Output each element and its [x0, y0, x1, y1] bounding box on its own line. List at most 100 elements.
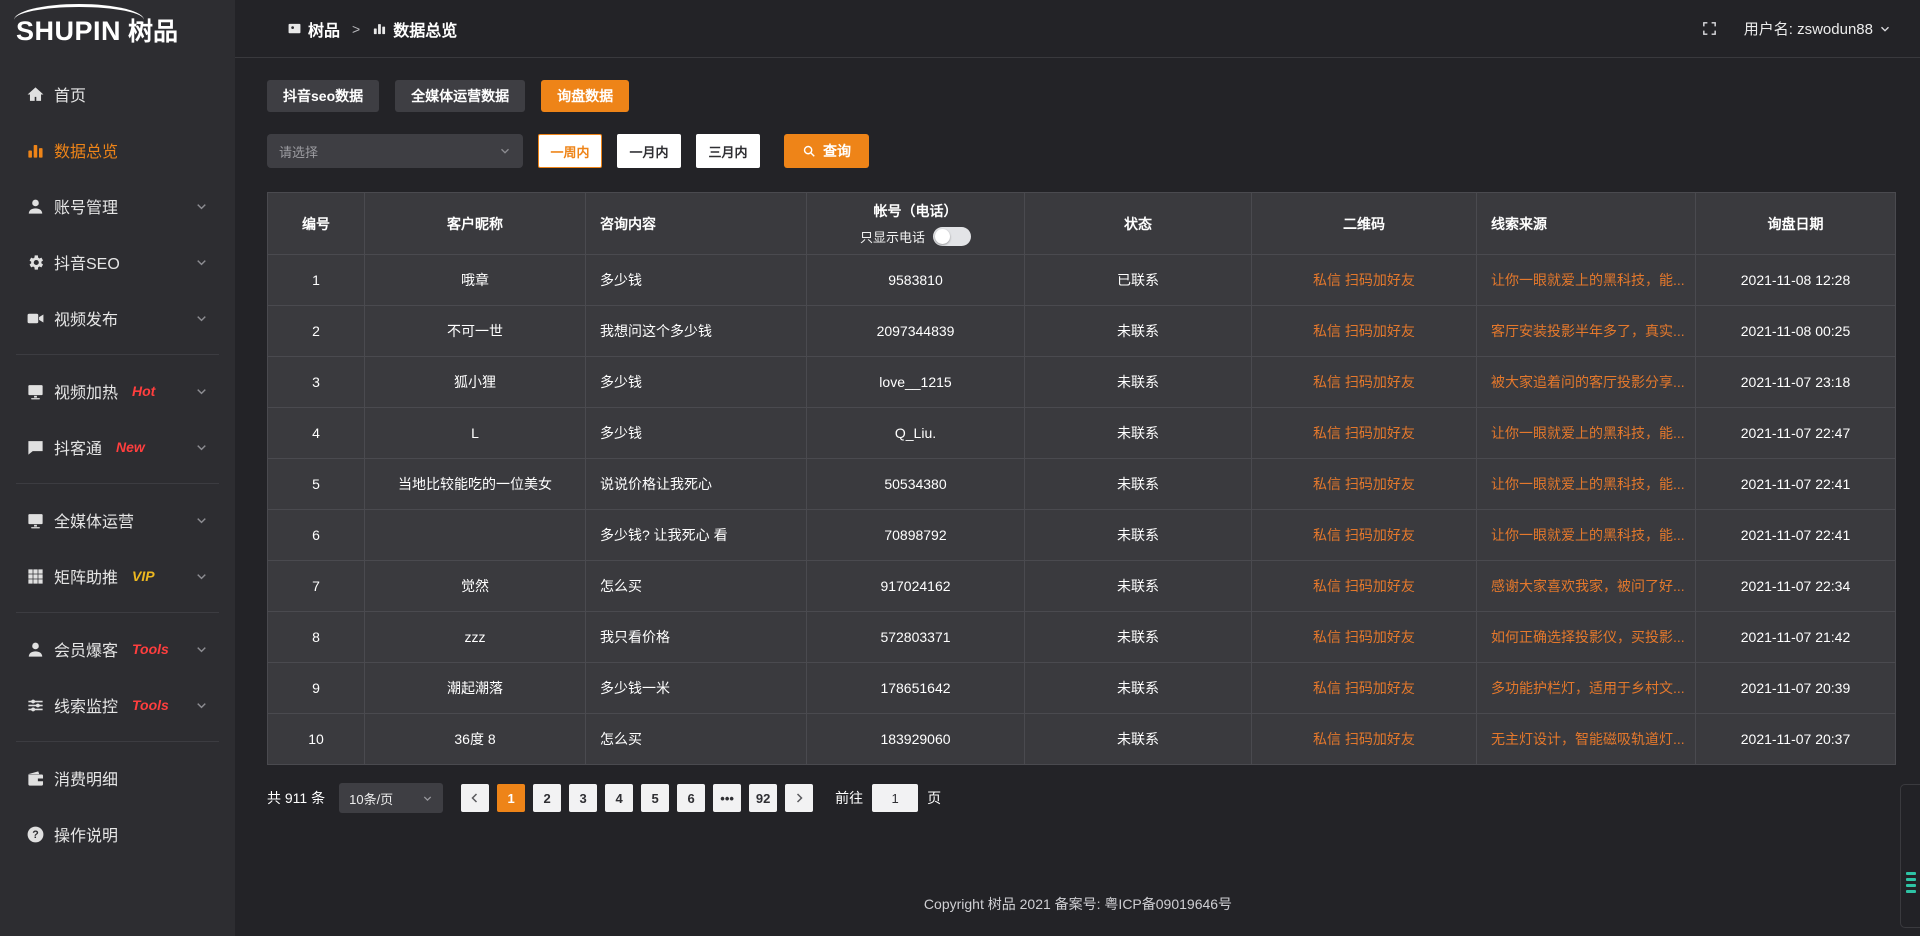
chevron-down-icon	[1879, 23, 1891, 35]
cell-account: 50534380	[807, 459, 1025, 510]
chevron-right-icon	[793, 792, 805, 804]
tab-inquiry-data[interactable]: 询盘数据	[541, 80, 629, 112]
sidebar-item-matrix-boost[interactable]: 矩阵助推VIP	[0, 548, 235, 604]
sidebar-item-label: 数据总览	[54, 138, 118, 162]
floating-widget[interactable]	[1900, 784, 1920, 928]
sidebar-item-video-publish[interactable]: 视频发布	[0, 290, 235, 346]
cell-source: 客厅安装投影半年多了，真实...	[1477, 306, 1696, 357]
cell-date: 2021-11-07 22:34	[1696, 561, 1896, 612]
sidebar-divider	[16, 741, 219, 742]
gear-icon	[26, 253, 45, 272]
sidebar-item-badge: Tools	[132, 641, 169, 657]
tab-media-operation-data[interactable]: 全媒体运营数据	[395, 80, 525, 112]
sidebar-item-video-heating[interactable]: 视频加热Hot	[0, 363, 235, 419]
page-size-select[interactable]: 10条/页	[339, 783, 443, 813]
next-page-button[interactable]	[785, 784, 813, 812]
cell-number: 1	[268, 255, 365, 306]
sidebar-item-media-operation[interactable]: 全媒体运营	[0, 492, 235, 548]
column-header: 客户昵称	[365, 193, 586, 255]
qrcode-link[interactable]: 私信 扫码加好友	[1313, 629, 1415, 645]
account-column-title: 帐号（电话）	[817, 201, 1014, 221]
source-link[interactable]: 让你一眼就爱上的黑科技，能...	[1491, 425, 1685, 441]
range-button-three-months[interactable]: 三月内	[696, 134, 760, 168]
source-link[interactable]: 感谢大家喜欢我家，被问了好...	[1491, 578, 1685, 594]
source-link[interactable]: 多功能护栏灯，适用于乡村文...	[1491, 680, 1685, 696]
sidebar-item-douketong[interactable]: 抖客通New	[0, 419, 235, 475]
page-buttons: 123456 ••• 92	[489, 784, 777, 812]
sidebar-item-account-management[interactable]: 账号管理	[0, 178, 235, 234]
qrcode-link[interactable]: 私信 扫码加好友	[1313, 425, 1415, 441]
cell-source: 让你一眼就爱上的黑科技，能...	[1477, 459, 1696, 510]
source-link[interactable]: 让你一眼就爱上的黑科技，能...	[1491, 476, 1685, 492]
chevron-down-icon	[195, 312, 208, 325]
cell-nickname: 不可一世	[365, 306, 586, 357]
sidebar-item-clue-monitor[interactable]: 线索监控Tools	[0, 677, 235, 733]
cell-account: love__1215	[807, 357, 1025, 408]
goto-page-input[interactable]	[872, 784, 918, 812]
qrcode-link[interactable]: 私信 扫码加好友	[1313, 374, 1415, 390]
qrcode-link[interactable]: 私信 扫码加好友	[1313, 323, 1415, 339]
source-link[interactable]: 让你一眼就爱上的黑科技，能...	[1491, 527, 1685, 543]
page-button-2[interactable]: 2	[533, 784, 561, 812]
cell-qrcode: 私信 扫码加好友	[1252, 255, 1477, 306]
sidebar-item-operation-guide[interactable]: ?操作说明	[0, 806, 235, 862]
qrcode-link[interactable]: 私信 扫码加好友	[1313, 578, 1415, 594]
sidebar-item-data-overview[interactable]: 数据总览	[0, 122, 235, 178]
breadcrumb-item-shupin[interactable]: 树品	[287, 17, 340, 41]
qrcode-link[interactable]: 私信 扫码加好友	[1313, 731, 1415, 747]
phone-only-toggle[interactable]	[933, 227, 971, 246]
monitor-icon	[26, 511, 45, 530]
video-icon	[26, 309, 45, 328]
cell-nickname: zzz	[365, 612, 586, 663]
user-menu[interactable]: 用户名: zswodun88	[1744, 18, 1891, 39]
source-link[interactable]: 客厅安装投影半年多了，真实...	[1491, 323, 1685, 339]
qrcode-link[interactable]: 私信 扫码加好友	[1313, 476, 1415, 492]
table-row: 9潮起潮落多少钱一米178651642未联系私信 扫码加好友多功能护栏灯，适用于…	[268, 663, 1896, 714]
source-link[interactable]: 让你一眼就爱上的黑科技，能...	[1491, 272, 1685, 288]
chevron-down-icon	[195, 256, 208, 269]
total-count-label: 共 911 条	[267, 788, 325, 808]
page-button-92[interactable]: 92	[749, 784, 777, 812]
qrcode-link[interactable]: 私信 扫码加好友	[1313, 272, 1415, 288]
search-icon	[802, 144, 816, 158]
page-button-1[interactable]: 1	[497, 784, 525, 812]
breadcrumb-item-data-overview[interactable]: 数据总览	[372, 17, 457, 41]
breadcrumb-label: 数据总览	[393, 17, 457, 41]
source-link[interactable]: 被大家追着问的客厅投影分享...	[1491, 374, 1685, 390]
range-button-one-week[interactable]: 一周内	[538, 134, 602, 168]
account-select[interactable]: 请选择	[267, 134, 523, 168]
cell-qrcode: 私信 扫码加好友	[1252, 408, 1477, 459]
fullscreen-icon[interactable]	[1701, 20, 1718, 37]
cell-status: 已联系	[1025, 255, 1252, 306]
copyright-text: Copyright 树品 2021 备案号: 粤ICP备09019646号	[924, 896, 1232, 912]
sidebar: SHUPIN 树品 首页数据总览账号管理抖音SEO视频发布视频加热Hot抖客通N…	[0, 0, 235, 936]
page-button-5[interactable]: 5	[641, 784, 669, 812]
page-button-4[interactable]: 4	[605, 784, 633, 812]
query-button[interactable]: 查询	[784, 134, 869, 168]
sidebar-item-home[interactable]: 首页	[0, 66, 235, 122]
prev-page-button[interactable]	[461, 784, 489, 812]
tab-douyin-seo-data[interactable]: 抖音seo数据	[267, 80, 379, 112]
user-icon	[26, 640, 45, 659]
sidebar-item-consumption-detail[interactable]: 消费明细	[0, 750, 235, 806]
cell-account: 9583810	[807, 255, 1025, 306]
qrcode-link[interactable]: 私信 扫码加好友	[1313, 680, 1415, 696]
cell-account: 572803371	[807, 612, 1025, 663]
sidebar-item-douyin-seo[interactable]: 抖音SEO	[0, 234, 235, 290]
cell-account: 2097344839	[807, 306, 1025, 357]
date-range-group: 一周内一月内三月内	[523, 134, 760, 168]
inquiry-table: 编号客户昵称咨询内容帐号（电话）只显示电话状态二维码线索来源询盘日期 1哦章多少…	[267, 192, 1896, 765]
range-button-one-month[interactable]: 一月内	[617, 134, 681, 168]
source-link[interactable]: 如何正确选择投影仪，买投影...	[1491, 629, 1685, 645]
source-link[interactable]: 无主灯设计，智能磁吸轨道灯...	[1491, 731, 1685, 747]
cell-status: 未联系	[1025, 357, 1252, 408]
chat-icon	[26, 438, 45, 457]
cell-status: 未联系	[1025, 459, 1252, 510]
sidebar-item-member-baoke[interactable]: 会员爆客Tools	[0, 621, 235, 677]
page-button-6[interactable]: 6	[677, 784, 705, 812]
sidebar-item-badge: Tools	[132, 697, 169, 713]
sidebar-item-label: 视频加热	[54, 379, 118, 403]
qrcode-link[interactable]: 私信 扫码加好友	[1313, 527, 1415, 543]
page-ellipsis-button[interactable]: •••	[713, 784, 741, 812]
page-button-3[interactable]: 3	[569, 784, 597, 812]
